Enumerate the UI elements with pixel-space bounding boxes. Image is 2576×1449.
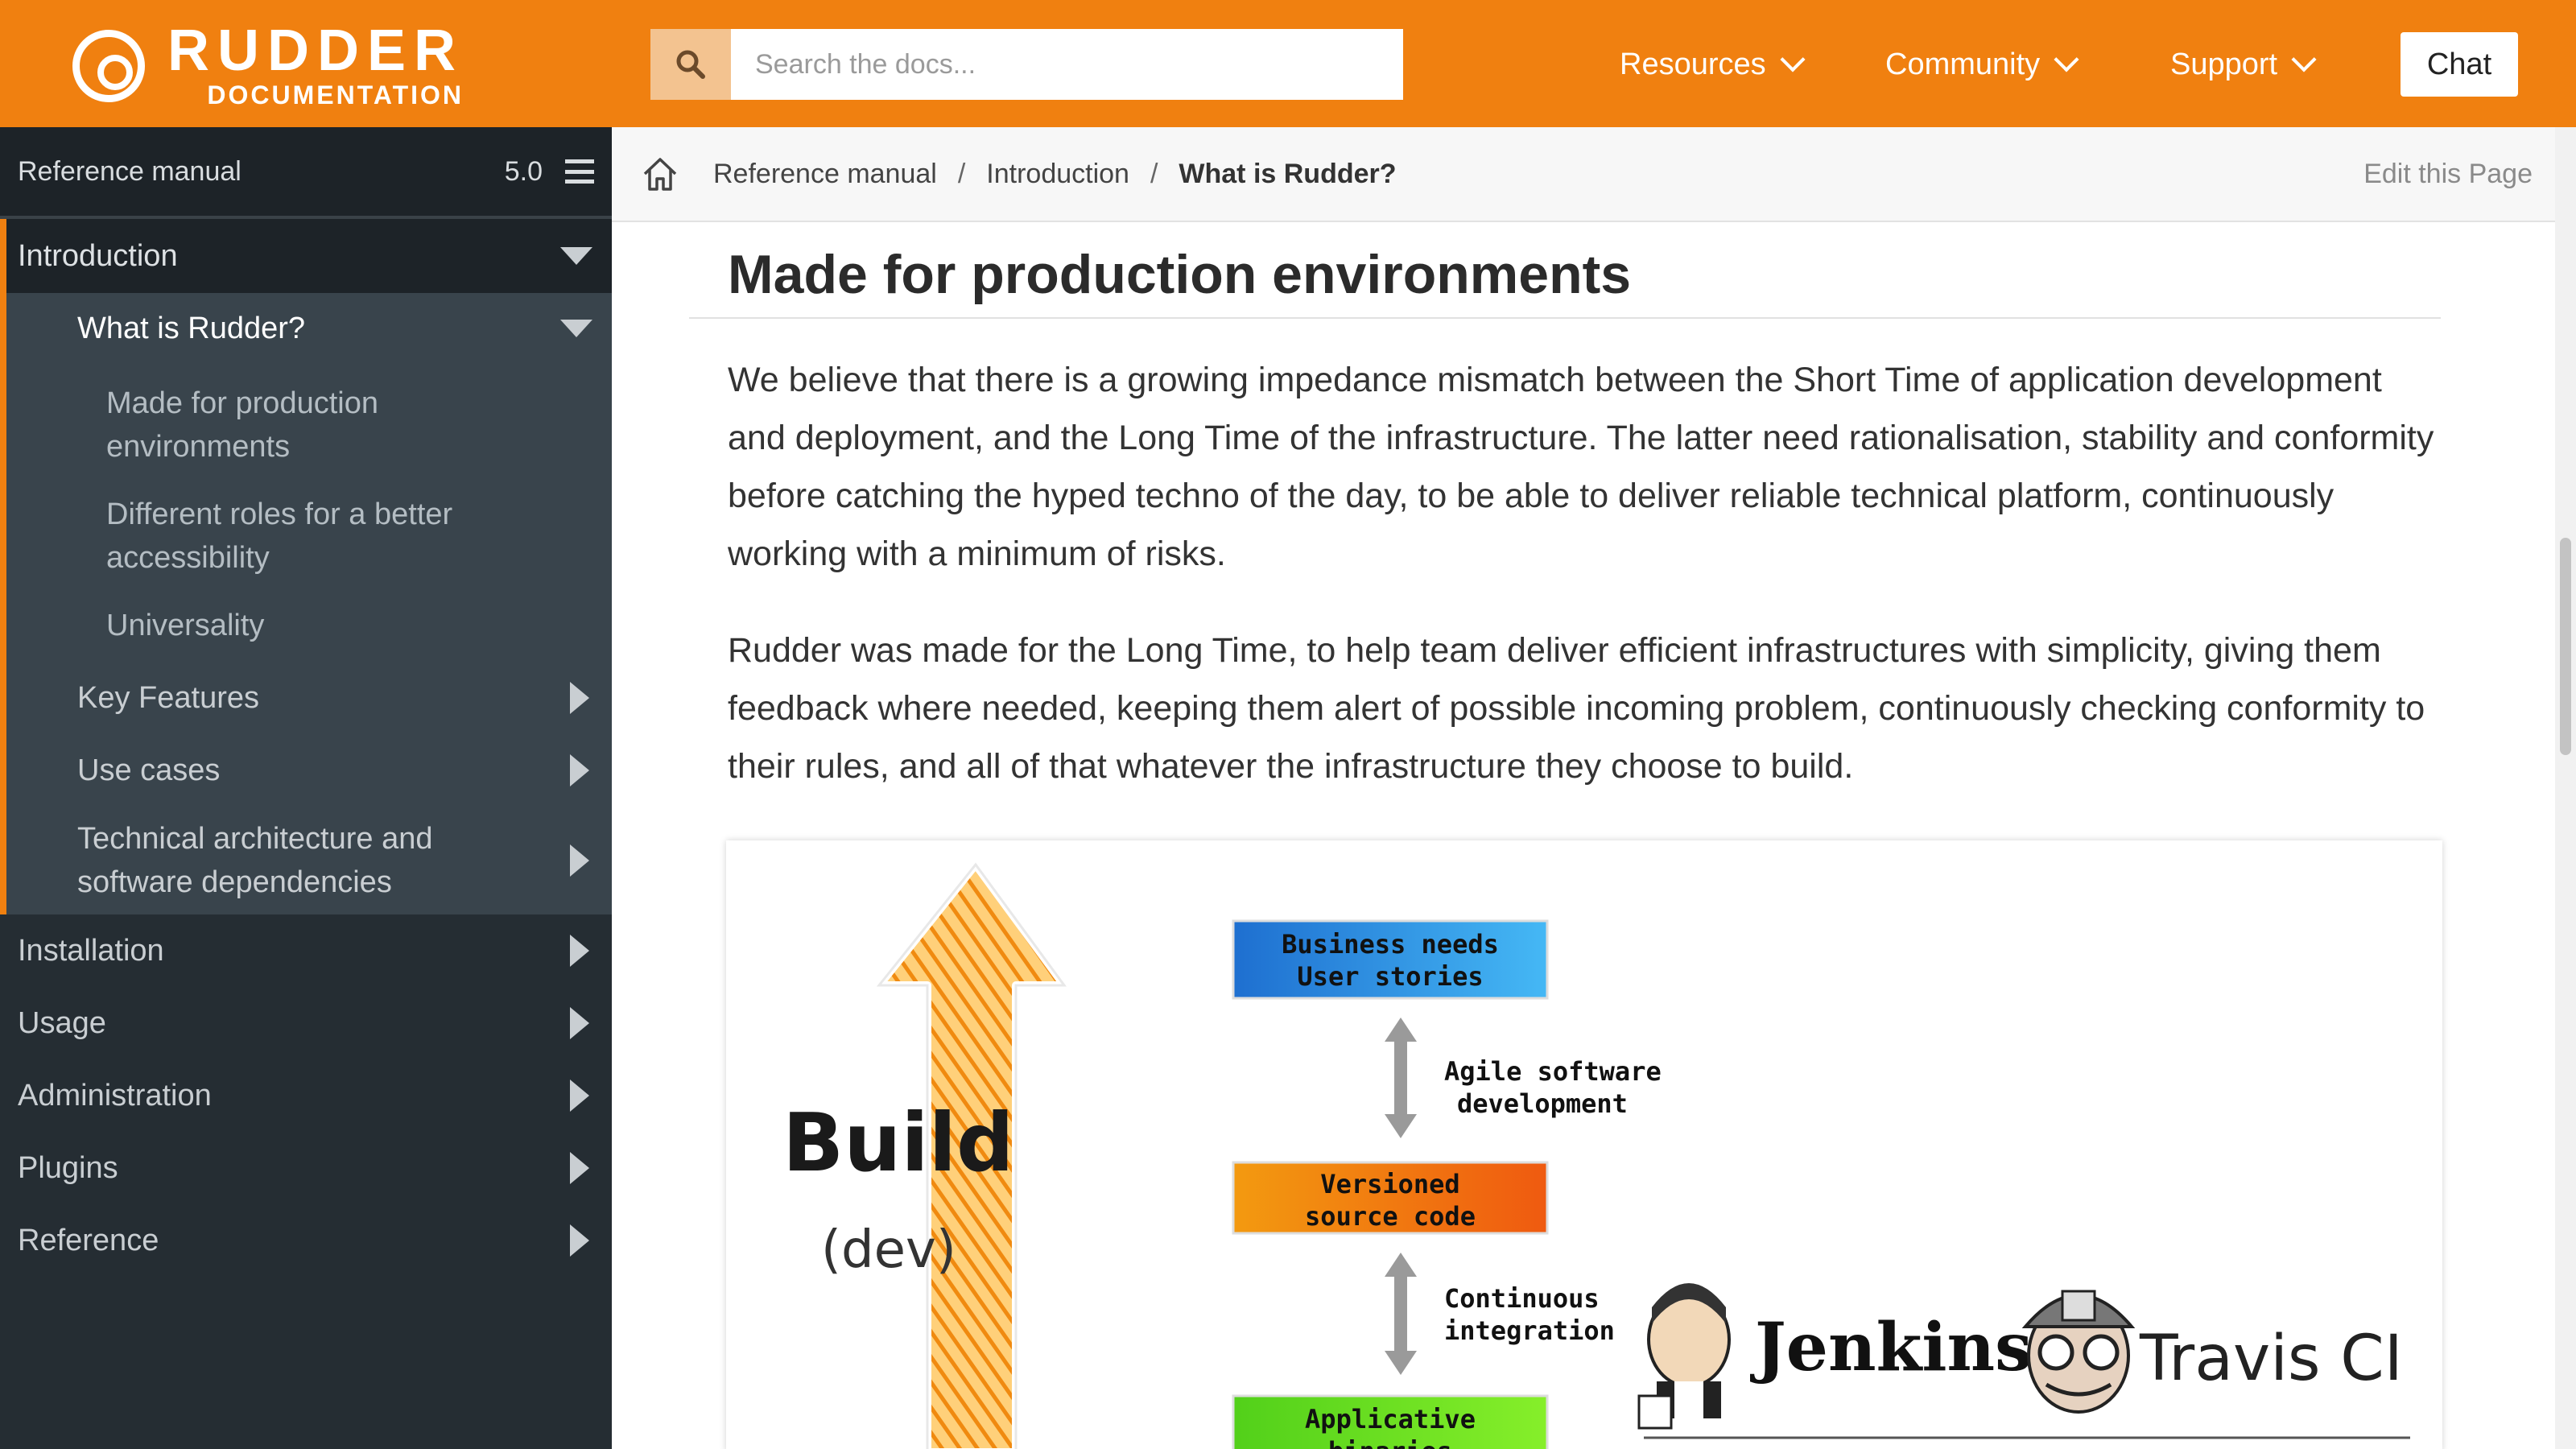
search-box xyxy=(650,29,1403,100)
box-label: User stories xyxy=(1297,961,1483,992)
breadcrumb-reference-manual[interactable]: Reference manual xyxy=(713,159,937,190)
menu-icon[interactable] xyxy=(565,159,594,184)
jenkins-label: Jenkins xyxy=(1750,1309,2032,1386)
sidebar-item-label: Different roles for a better accessibili… xyxy=(106,497,453,575)
sidebar-item-plugins[interactable]: Plugins xyxy=(0,1132,612,1204)
breadcrumb-current: What is Rudder? xyxy=(1179,158,1397,189)
step-label: Agile software xyxy=(1444,1056,1662,1087)
sidebar-item-label: Reference xyxy=(18,1224,159,1257)
diagram-svg: Build (dev) Business needs User stories … xyxy=(782,861,2410,1449)
chat-button[interactable]: Chat xyxy=(2401,32,2518,97)
sidebar-item-usage[interactable]: Usage xyxy=(0,987,612,1059)
sidebar-item-label: Technical architecture and software depe… xyxy=(77,822,433,899)
version-label[interactable]: 5.0 xyxy=(505,156,543,188)
sidebar-item-use-cases[interactable]: Use cases xyxy=(6,734,612,807)
sidebar-header: Reference manual 5.0 xyxy=(0,127,612,219)
box-label: source code xyxy=(1305,1201,1476,1232)
caret-right-icon[interactable] xyxy=(570,844,589,877)
paragraph-2: Rudder was made for the Long Time, to he… xyxy=(728,631,2425,786)
sidebar-item-label: Made for production environments xyxy=(106,386,378,464)
caret-right-icon[interactable] xyxy=(570,682,589,714)
caret-down-icon[interactable] xyxy=(560,320,592,337)
sidebar-item-installation[interactable]: Installation xyxy=(0,914,612,987)
search-icon xyxy=(676,50,705,79)
sidebar-item-key-features[interactable]: Key Features xyxy=(6,662,612,734)
breadcrumb-introduction[interactable]: Introduction xyxy=(986,159,1129,190)
sidebar: Reference manual 5.0 Introduction What i… xyxy=(0,127,612,1449)
nav-community-label: Community xyxy=(1885,47,2041,81)
section-heading: Made for production environments xyxy=(689,243,2441,319)
sidebar-item-administration[interactable]: Administration xyxy=(0,1059,612,1132)
search-input[interactable] xyxy=(731,29,1403,100)
caret-right-icon[interactable] xyxy=(570,1152,589,1184)
sidebar-item-label: Plugins xyxy=(18,1151,118,1185)
box-label: binaries xyxy=(1328,1436,1452,1449)
travis-ci-logo-icon xyxy=(2021,1290,2136,1414)
travis-ci-label: Travis CI xyxy=(2139,1323,2403,1395)
sidebar-item-label: Key Features xyxy=(77,681,259,715)
scrollbar-thumb[interactable] xyxy=(2560,538,2571,755)
box-label: Versioned xyxy=(1320,1169,1459,1199)
logo-subtitle: DOCUMENTATION xyxy=(207,80,464,109)
nav-resources[interactable]: Resources xyxy=(1620,32,1806,97)
caret-down-icon[interactable] xyxy=(560,247,592,265)
sidebar-item-label: Installation xyxy=(18,934,164,968)
box-label: Business needs xyxy=(1282,929,1499,960)
sidebar-item-label: Introduction xyxy=(18,239,178,273)
nav-resources-label: Resources xyxy=(1620,47,1766,81)
sidebar-item-label: Use cases xyxy=(77,753,221,787)
manual-title[interactable]: Reference manual xyxy=(18,156,242,188)
chevron-down-icon xyxy=(2054,47,2079,72)
page-scrollbar[interactable] xyxy=(2555,127,2576,1449)
edit-page-link[interactable]: Edit this Page xyxy=(2363,159,2533,190)
caret-right-icon[interactable] xyxy=(570,935,589,967)
sidebar-item-label: Universality xyxy=(106,609,265,642)
rudder-logo[interactable]: RUDDER DOCUMENTATION xyxy=(72,18,475,114)
breadcrumb-separator: / xyxy=(1150,158,1158,189)
nav-community[interactable]: Community xyxy=(1885,32,2079,97)
chevron-down-icon xyxy=(1780,47,1806,72)
search-button[interactable] xyxy=(650,29,731,100)
logo-title: RUDDER xyxy=(167,19,464,83)
dev-label: (dev) xyxy=(821,1220,956,1280)
introduction-children: What is Rudder? Made for production envi… xyxy=(0,293,612,914)
caret-right-icon[interactable] xyxy=(570,1080,589,1112)
jenkins-logo-icon xyxy=(1637,1283,1731,1430)
caret-right-icon[interactable] xyxy=(570,1007,589,1039)
sidebar-item-made-for-production[interactable]: Made for production environments xyxy=(6,364,612,469)
sidebar-item-different-roles[interactable]: Different roles for a better accessibili… xyxy=(6,469,612,580)
step-label: Continuous xyxy=(1444,1283,1600,1314)
build-label: Build xyxy=(782,1096,1014,1190)
nav-support-label: Support xyxy=(2170,47,2278,81)
infrastructure-diagram: Build (dev) Business needs User stories … xyxy=(726,840,2442,1449)
nav-support[interactable]: Support xyxy=(2170,32,2317,97)
paragraph-1: We believe that there is a growing imped… xyxy=(728,361,2434,573)
sidebar-item-what-is-rudder[interactable]: What is Rudder? xyxy=(6,293,612,364)
sidebar-item-introduction[interactable]: Introduction xyxy=(0,219,612,293)
step-label: development xyxy=(1457,1088,1628,1119)
caret-right-icon[interactable] xyxy=(570,1224,589,1257)
sidebar-item-reference[interactable]: Reference xyxy=(0,1204,612,1277)
home-icon[interactable] xyxy=(641,155,679,193)
box-label: Applicative xyxy=(1305,1404,1476,1435)
breadcrumb-separator: / xyxy=(957,158,966,189)
sidebar-item-label: Usage xyxy=(18,1006,106,1040)
main-content: Made for production environments We beli… xyxy=(689,222,2483,795)
sidebar-item-label: Administration xyxy=(18,1079,212,1113)
sidebar-item-technical-architecture[interactable]: Technical architecture and software depe… xyxy=(6,807,612,914)
caret-right-icon[interactable] xyxy=(570,754,589,786)
sidebar-item-label: What is Rudder? xyxy=(77,312,306,345)
chevron-down-icon xyxy=(2291,47,2317,72)
rudder-logo-icon xyxy=(72,30,145,102)
breadcrumb: Reference manual / Introduction / What i… xyxy=(612,127,2555,222)
top-bar: RUDDER DOCUMENTATION Resources Community… xyxy=(0,0,2576,127)
step-label: integration xyxy=(1444,1315,1615,1346)
sidebar-item-universality[interactable]: Universality xyxy=(6,580,612,662)
